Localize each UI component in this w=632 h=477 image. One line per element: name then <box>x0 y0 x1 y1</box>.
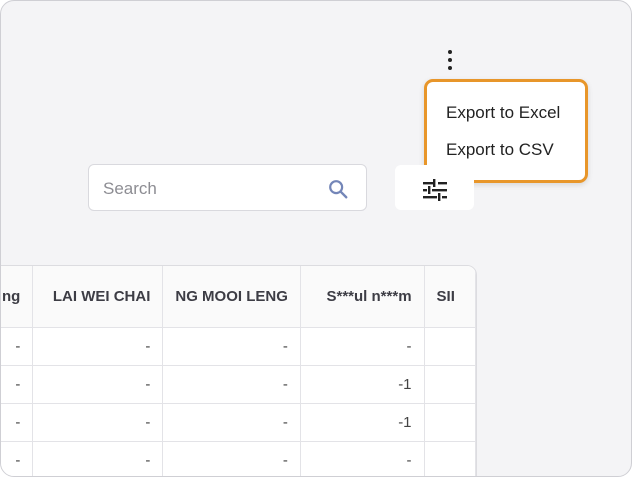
export-csv-menu-item[interactable]: Export to CSV <box>446 140 554 160</box>
search-box <box>88 164 367 211</box>
page-canvas: Export to Excel Export to CSV ng <box>0 0 632 477</box>
table-cell: - <box>162 365 301 404</box>
data-table: ng LAI WEI CHAI NG MOOI LENG S***ul n***… <box>1 265 477 476</box>
table-cell: -1 <box>300 403 425 442</box>
table-cell: - <box>162 327 301 366</box>
table-cell: - <box>32 327 164 366</box>
table-row: - - - -1 <box>1 403 476 442</box>
table-row: - - - - <box>1 441 476 476</box>
table-cell: - <box>300 327 425 366</box>
table-row: - - - - <box>1 327 476 366</box>
table-cell: - <box>162 441 301 476</box>
table-cell: - <box>1 441 34 476</box>
table-cell <box>424 327 476 366</box>
filter-button[interactable] <box>395 165 474 210</box>
column-header[interactable]: SII <box>424 266 476 328</box>
table-cell: - <box>1 327 34 366</box>
table-cell <box>424 365 476 404</box>
table-cell: - <box>32 365 164 404</box>
search-input[interactable] <box>101 175 325 203</box>
search-icon[interactable] <box>327 178 349 200</box>
table-cell: - <box>32 441 164 476</box>
table-cell <box>424 403 476 442</box>
table-cell: -1 <box>300 365 425 404</box>
table-cell: - <box>1 365 34 404</box>
table-cell: - <box>1 403 34 442</box>
table-cell: - <box>162 403 301 442</box>
column-header[interactable]: ng <box>1 266 34 328</box>
column-header[interactable]: LAI WEI CHAI <box>32 266 164 328</box>
column-header[interactable]: NG MOOI LENG <box>162 266 301 328</box>
data-table-grid: ng LAI WEI CHAI NG MOOI LENG S***ul n***… <box>1 266 476 476</box>
tune-icon <box>423 179 447 201</box>
column-header[interactable]: S***ul n***m <box>300 266 425 328</box>
more-options-icon[interactable] <box>442 49 458 73</box>
table-cell: - <box>32 403 164 442</box>
table-cell <box>424 441 476 476</box>
table-cell: - <box>300 441 425 476</box>
export-excel-menu-item[interactable]: Export to Excel <box>446 103 560 123</box>
table-header-row: ng LAI WEI CHAI NG MOOI LENG S***ul n***… <box>1 266 476 328</box>
table-row: - - - -1 <box>1 365 476 404</box>
